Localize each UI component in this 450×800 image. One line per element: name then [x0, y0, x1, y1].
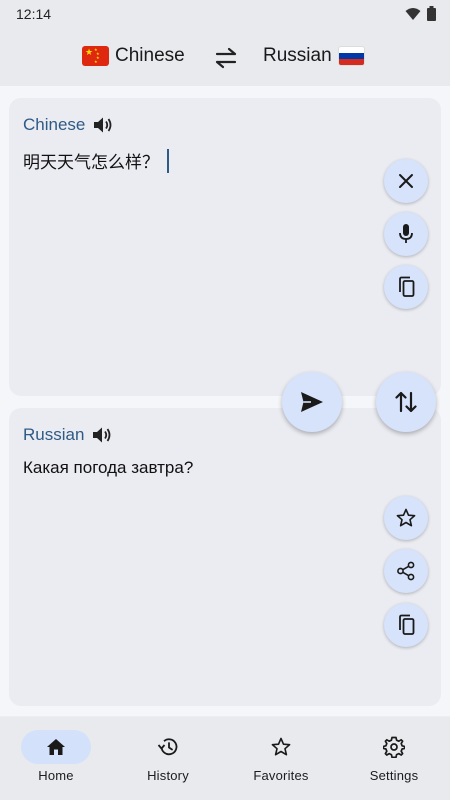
speaker-icon[interactable]	[92, 426, 112, 444]
share-button[interactable]	[384, 549, 428, 593]
nav-label-favorites: Favorites	[253, 768, 309, 783]
target-card-label: Russian	[23, 425, 85, 444]
target-text: Какая погода завтра?	[23, 458, 194, 477]
star-icon	[271, 737, 291, 756]
home-icon	[47, 739, 65, 755]
status-icons	[405, 6, 436, 21]
china-flag-icon: ★ ★ ★ ★ ★	[82, 46, 109, 66]
nav-active-indicator	[21, 730, 91, 764]
source-card-header: Chinese	[23, 115, 113, 135]
status-bar: 12:14	[0, 0, 450, 28]
gear-icon	[383, 736, 405, 758]
bottom-navigation: Home History Favorites Settings	[0, 717, 450, 800]
close-icon	[399, 174, 413, 188]
copy-translation-button[interactable]	[384, 603, 428, 647]
source-text-input[interactable]: 明天天气怎么样？	[23, 148, 169, 173]
source-card-label: Chinese	[23, 115, 86, 134]
nav-item-favorites[interactable]: Favorites	[225, 717, 337, 800]
history-icon	[157, 738, 178, 756]
swap-vertical-icon	[395, 391, 417, 413]
source-card: Chinese 明天天气怎么样？	[9, 98, 441, 396]
translated-text: Какая погода завтра?	[23, 458, 193, 478]
nav-item-home[interactable]: Home	[0, 717, 112, 800]
source-text: 明天天气怎么样？	[23, 153, 159, 172]
nav-item-settings[interactable]: Settings	[338, 717, 450, 800]
swap-languages-button[interactable]	[212, 44, 240, 72]
copy-icon	[399, 276, 415, 297]
nav-item-history[interactable]: History	[112, 717, 224, 800]
nav-label-history: History	[147, 768, 189, 783]
target-card-header: Russian	[23, 425, 112, 445]
source-language-label: Chinese	[115, 45, 185, 66]
status-time: 12:14	[16, 6, 52, 22]
language-bar: ★ ★ ★ ★ ★ Chinese Russian	[0, 28, 450, 86]
copy-source-button[interactable]	[384, 265, 428, 309]
russia-flag-icon	[337, 46, 365, 66]
star-outline-icon	[396, 508, 416, 527]
favorite-button[interactable]	[384, 496, 428, 540]
swap-horizontal-icon	[215, 47, 237, 69]
copy-icon	[399, 614, 415, 635]
microphone-icon	[399, 224, 413, 243]
target-card: Russian Какая погода завтра?	[9, 408, 441, 706]
target-language-selector[interactable]: Russian	[263, 45, 365, 67]
battery-icon	[427, 6, 436, 21]
swap-texts-button[interactable]	[376, 372, 436, 432]
text-cursor	[167, 148, 169, 173]
share-icon	[397, 561, 415, 581]
speaker-icon[interactable]	[93, 116, 113, 134]
target-language-label: Russian	[263, 45, 332, 66]
translate-button[interactable]	[282, 372, 342, 432]
nav-label-settings: Settings	[369, 768, 419, 783]
microphone-button[interactable]	[384, 212, 428, 256]
wifi-icon	[405, 7, 421, 20]
clear-button[interactable]	[384, 159, 428, 203]
nav-label-home: Home	[38, 768, 74, 783]
send-icon	[301, 392, 323, 412]
source-language-selector[interactable]: ★ ★ ★ ★ ★ Chinese	[82, 45, 185, 67]
